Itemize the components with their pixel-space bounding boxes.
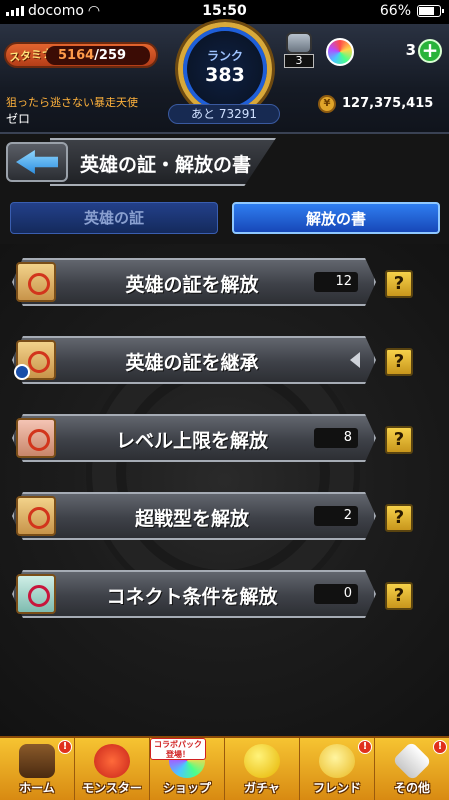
menu-item-label: 英雄の証を継承: [125, 352, 259, 374]
alert-badge: !: [58, 740, 72, 754]
nav-friend[interactable]: ! フレンド: [300, 738, 375, 800]
nav-label: フレンド: [312, 781, 361, 795]
gacha-icon: [244, 744, 280, 778]
question-sign-icon: [392, 741, 432, 781]
item-count: 8: [314, 428, 358, 448]
nav-label: ホーム: [19, 781, 55, 795]
content-area: 英雄の証を解放 12 ? 英雄の証を継承 ? レベル上限を解放 8 ? 超戦型を…: [0, 244, 449, 736]
back-button[interactable]: [6, 142, 68, 182]
menu-item-label: 超戦型を解放: [134, 508, 249, 530]
nav-label: モンスター: [82, 781, 142, 795]
stamina-value: 5164/259: [46, 46, 150, 65]
treasure-chest-button[interactable]: 3: [282, 32, 316, 72]
nav-home[interactable]: ! ホーム: [0, 738, 75, 800]
page-header: 英雄の証・解放の書: [0, 136, 449, 192]
menu-item-label: コネクト条件を解放: [106, 586, 278, 608]
item-count: 0: [314, 584, 358, 604]
scroll-icon: [16, 418, 56, 458]
collab-pack-badge: コラボパック 登場！: [150, 738, 206, 760]
help-button[interactable]: ?: [385, 426, 413, 454]
menu-item-release-level-cap[interactable]: レベル上限を解放 8: [12, 414, 376, 462]
flame-icon: [14, 364, 30, 380]
home-icon: [19, 744, 55, 778]
gold-amount: 127,375,415: [342, 96, 434, 111]
item-count: 12: [314, 272, 358, 292]
buy-orb-button[interactable]: +: [418, 39, 442, 63]
scroll-icon: [16, 496, 56, 536]
orb-icon: [326, 38, 354, 66]
help-button[interactable]: ?: [385, 270, 413, 298]
battery-percent: 66%: [379, 3, 411, 19]
stamina-max: /259: [94, 48, 127, 63]
chevron-left-icon: [350, 352, 360, 368]
player-name: ゼロ: [6, 112, 31, 126]
item-count: 2: [314, 506, 358, 526]
page-title: 英雄の証・解放の書: [80, 154, 252, 176]
battery-info: 66%: [379, 3, 444, 19]
rank-value: 383: [205, 64, 245, 86]
scroll-icon: [16, 262, 56, 302]
battery-icon: [417, 5, 444, 17]
stamina-current: 5164: [58, 48, 95, 63]
game-hud: スタミナ 5164/259 ランク 383 あと 73291 3 3 + 狙った…: [0, 22, 449, 134]
nav-other[interactable]: ! その他: [375, 738, 449, 800]
gold-coin-icon: ¥: [318, 95, 336, 113]
nav-label: その他: [393, 781, 430, 795]
tab-bar: 英雄の証 解放の書: [0, 196, 449, 244]
status-bar: docomo ◠ 15:50 66%: [0, 0, 449, 24]
menu-item-label: レベル上限を解放: [115, 430, 268, 452]
quest-title: 狙ったら逃さない暴走天使: [6, 96, 138, 109]
next-rank-exp: あと 73291: [168, 104, 280, 124]
orb-count: 3: [405, 41, 416, 59]
chest-count: 3: [284, 54, 314, 68]
menu-item-inherit-hero-proof[interactable]: 英雄の証を継承: [12, 336, 376, 384]
nav-gacha[interactable]: ガチャ: [225, 738, 300, 800]
nav-label: ガチャ: [244, 781, 280, 795]
monster-icon: [94, 744, 130, 778]
scroll-icon: [16, 574, 56, 614]
tab-hero-proof[interactable]: 英雄の証: [10, 202, 218, 234]
back-arrow-icon: [16, 150, 58, 174]
help-button[interactable]: ?: [385, 348, 413, 376]
menu-item-release-super-battle[interactable]: 超戦型を解放 2: [12, 492, 376, 540]
nav-label: ショップ: [162, 781, 211, 795]
rank-label: ランク: [206, 49, 243, 63]
rank-badge[interactable]: ランク 383: [178, 22, 272, 116]
nav-monster[interactable]: モンスター: [75, 738, 150, 800]
menu-item-release-hero-proof[interactable]: 英雄の証を解放 12: [12, 258, 376, 306]
help-button[interactable]: ?: [385, 582, 413, 610]
alert-badge: !: [433, 740, 447, 754]
alert-badge: !: [358, 740, 372, 754]
stamina-gauge[interactable]: スタミナ 5164/259: [4, 42, 158, 68]
menu-item-label: 英雄の証を解放: [125, 274, 259, 296]
menu-item-release-connect[interactable]: コネクト条件を解放 0: [12, 570, 376, 618]
chest-icon: [286, 32, 312, 54]
friend-balloon-icon: [319, 744, 355, 778]
tab-release-book[interactable]: 解放の書: [232, 202, 440, 234]
bottom-nav: ! ホーム モンスター ショップ ガチャ ! フレンド ! その他: [0, 736, 449, 800]
help-button[interactable]: ?: [385, 504, 413, 532]
